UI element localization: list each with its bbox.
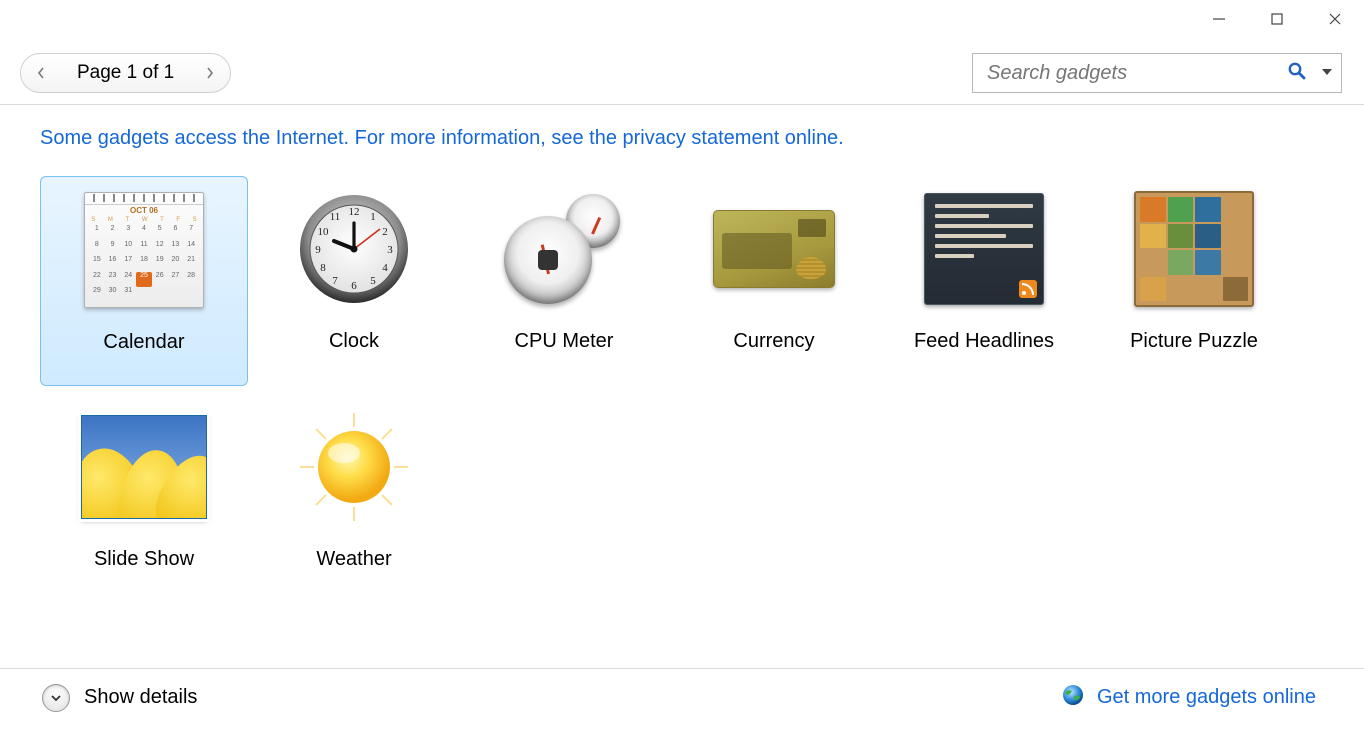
more-gadgets-link[interactable]: Get more gadgets online [1097,686,1316,709]
prev-page-button[interactable] [27,59,55,87]
svg-text:12: 12 [349,206,360,218]
feed-headlines-icon [919,184,1049,314]
gadget-currency[interactable]: Currency [670,176,878,386]
gadget-label: Weather [316,548,391,571]
gadget-label: Slide Show [94,548,194,571]
toolbar: Page 1 of 1 [0,42,1364,104]
chevron-down-icon [1321,67,1333,77]
show-details-toggle[interactable]: Show details [42,684,197,712]
calendar-month-label: OCT 06 [85,205,203,217]
svg-text:9: 9 [315,244,321,256]
chevron-left-icon [36,67,46,79]
minimize-button[interactable] [1190,6,1248,32]
chevron-right-icon [205,67,215,79]
maximize-icon [1270,12,1284,26]
search-icon[interactable] [1287,61,1307,86]
maximize-button[interactable] [1248,6,1306,32]
svg-text:11: 11 [330,211,341,223]
gadget-weather[interactable]: Weather [250,394,458,604]
svg-text:2: 2 [382,226,388,238]
svg-text:10: 10 [318,226,330,238]
close-button[interactable] [1306,6,1364,32]
gadget-label: Picture Puzzle [1130,330,1258,353]
weather-icon [289,402,419,532]
more-gadgets-area: Get more gadgets online [1061,683,1316,713]
gadget-picture-puzzle[interactable]: Picture Puzzle [1090,176,1298,386]
svg-text:1: 1 [370,211,376,223]
currency-icon [709,184,839,314]
minimize-icon [1212,12,1226,26]
gadget-label: Currency [733,330,814,353]
gadget-cpu-meter[interactable]: CPU Meter [460,176,668,386]
show-details-label: Show details [84,686,197,709]
pager: Page 1 of 1 [20,53,231,93]
search-box [972,53,1342,93]
clock-icon: 12 3 6 9 12 45 78 1011 [289,184,419,314]
slide-show-icon [79,402,209,532]
gadget-gallery: OCT 06 SMTWTFS 1234567891011121314151617… [0,158,1364,608]
cpu-meter-icon [499,184,629,314]
gadget-feed-headlines[interactable]: Feed Headlines [880,176,1088,386]
chevron-down-icon [50,693,62,703]
gadget-slide-show[interactable]: Slide Show [40,394,248,604]
privacy-info-link[interactable]: Some gadgets access the Internet. For mo… [40,127,844,149]
search-area [972,53,1342,93]
globe-icon [1061,683,1085,713]
footer: Show details Get more gadgets online [0,668,1364,726]
gadget-label: Feed Headlines [914,330,1054,353]
next-page-button[interactable] [196,59,224,87]
svg-text:7: 7 [332,275,338,287]
svg-text:6: 6 [351,280,357,292]
calendar-icon: OCT 06 SMTWTFS 1234567891011121314151617… [79,185,209,315]
gadget-label: Clock [329,330,379,353]
search-input[interactable] [985,61,1281,86]
close-icon [1328,12,1342,26]
pager-label: Page 1 of 1 [55,62,196,84]
titlebar [0,0,1364,42]
expander-button[interactable] [42,684,70,712]
info-bar: Some gadgets access the Internet. For mo… [0,105,1364,158]
svg-text:4: 4 [382,262,388,274]
search-dropdown[interactable] [1321,64,1333,82]
svg-text:5: 5 [370,275,376,287]
svg-text:8: 8 [320,262,326,274]
gadget-label: CPU Meter [515,330,614,353]
gadget-grid: OCT 06 SMTWTFS 1234567891011121314151617… [40,172,1340,608]
svg-text:3: 3 [387,244,393,256]
gadget-calendar[interactable]: OCT 06 SMTWTFS 1234567891011121314151617… [40,176,248,386]
gadget-label: Calendar [103,331,184,354]
picture-puzzle-icon [1129,184,1259,314]
gadget-clock[interactable]: 12 3 6 9 12 45 78 1011 Clock [250,176,458,386]
